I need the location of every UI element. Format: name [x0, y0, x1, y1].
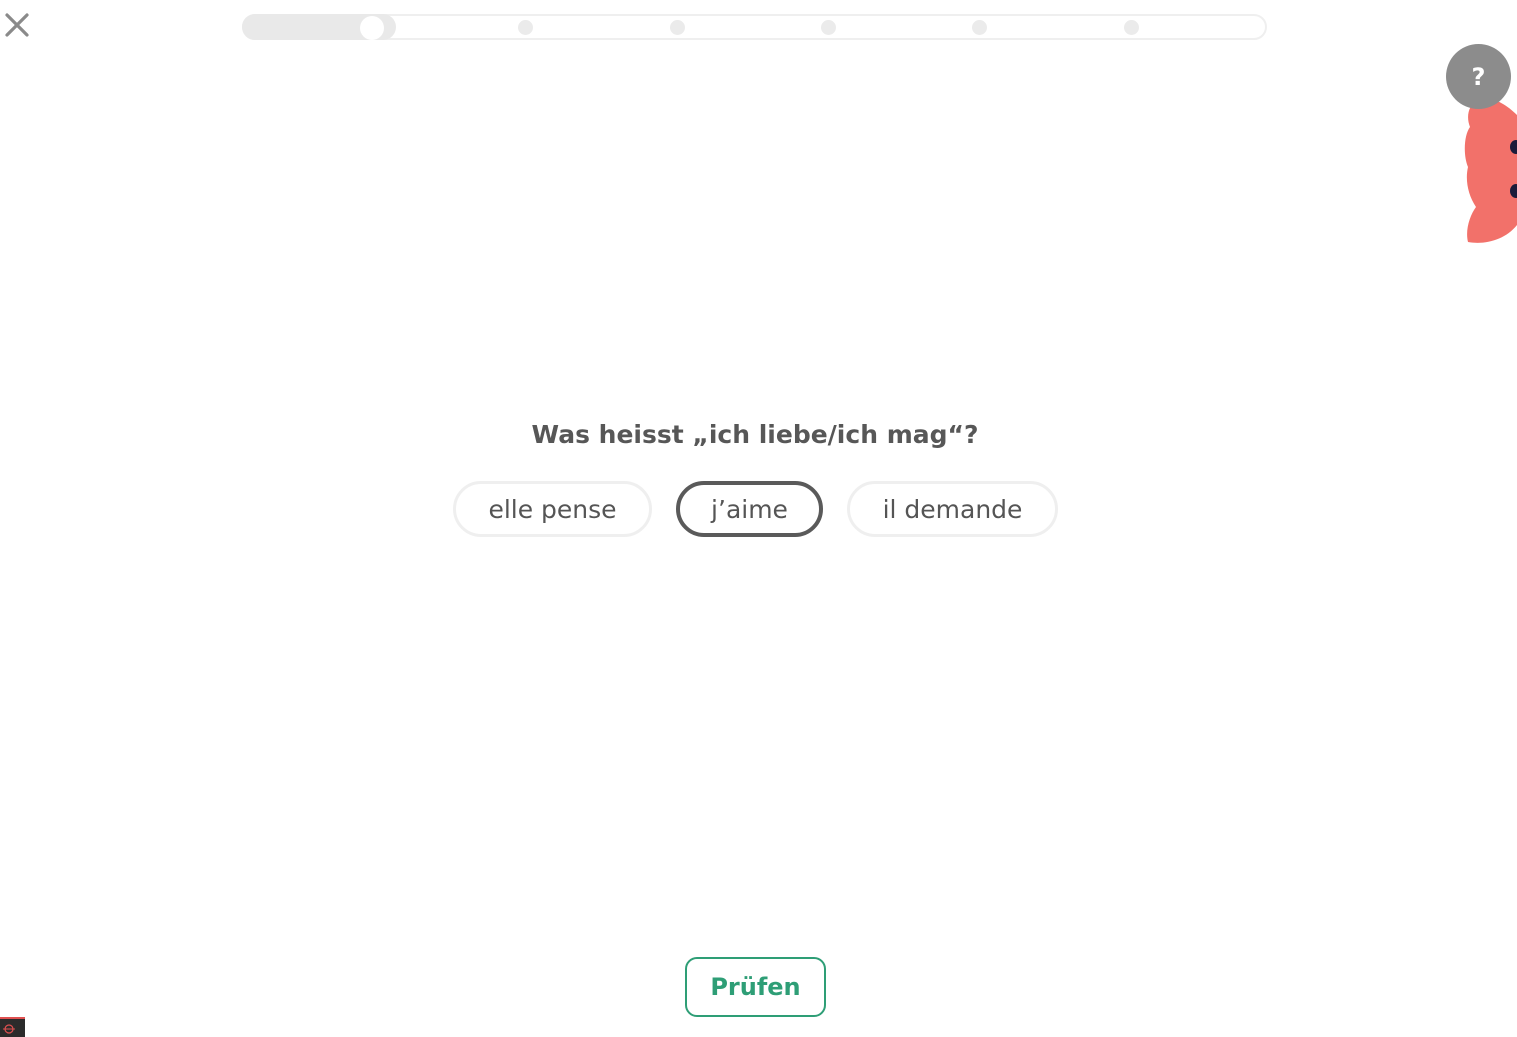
help-icon: ? [1471, 62, 1486, 91]
question-text: Was heisst „ich liebe/ich mag“? [531, 420, 979, 449]
option-il-demande[interactable]: il demande [847, 481, 1058, 537]
check-button[interactable]: Prüfen [685, 957, 826, 1017]
answer-options: elle pense j’aime il demande [453, 481, 1063, 537]
option-label: j’aime [711, 494, 788, 524]
progress-step-6 [1124, 20, 1139, 35]
progress-step-2 [518, 20, 533, 35]
lesson-screen: ? Was heisst „ich liebe/ich mag“? elle p… [0, 0, 1517, 1037]
option-elle-pense[interactable]: elle pense [453, 481, 652, 537]
progress-step-1 [360, 16, 384, 40]
progress-step-3 [670, 20, 685, 35]
progress-step-4 [821, 20, 836, 35]
option-jaime[interactable]: j’aime [676, 481, 823, 537]
corner-widget-icon[interactable] [0, 1017, 25, 1037]
close-icon[interactable] [2, 10, 32, 40]
progress-bar [242, 14, 1267, 40]
option-label: elle pense [488, 494, 617, 524]
help-button[interactable]: ? [1446, 44, 1511, 109]
progress-step-5 [972, 20, 987, 35]
mascot-icon [1464, 98, 1517, 243]
option-label: il demande [882, 494, 1023, 524]
